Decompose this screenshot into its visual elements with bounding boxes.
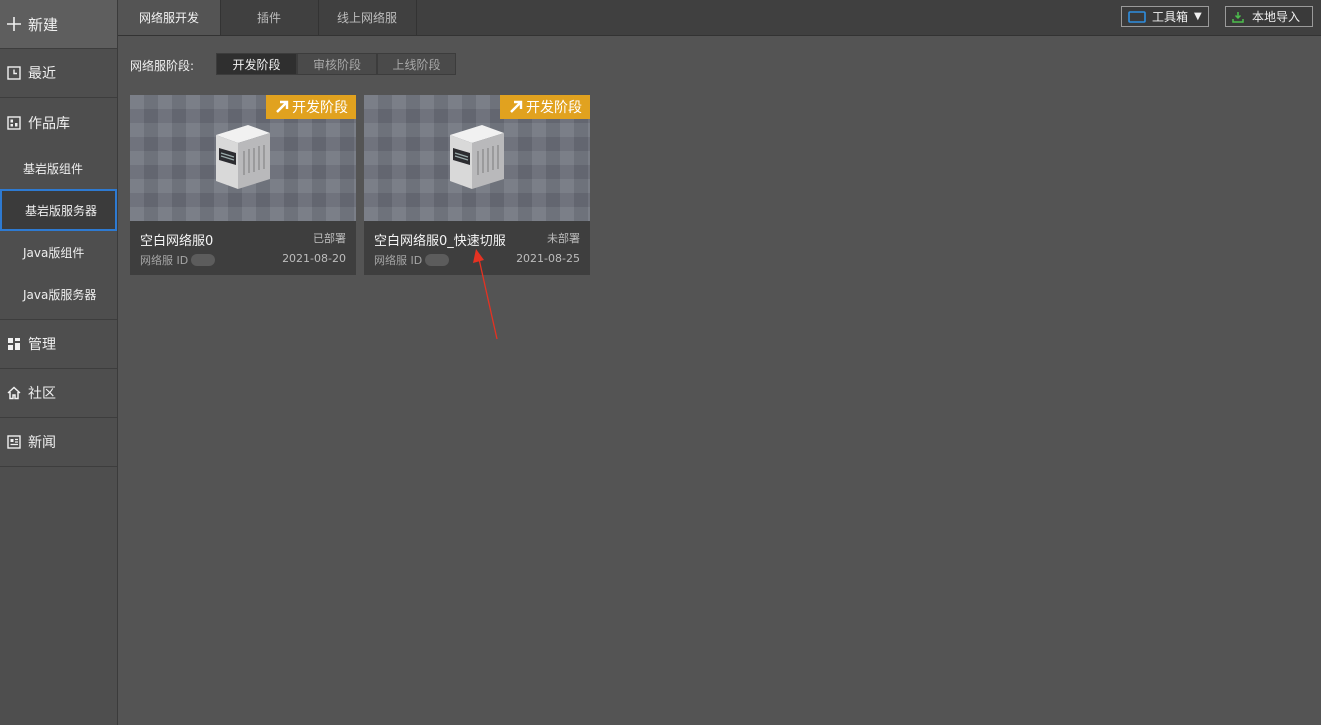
- sidebar-library-label: 作品库: [28, 115, 70, 132]
- sidebar-community-label: 社区: [28, 386, 56, 402]
- download-icon: [1232, 11, 1244, 23]
- server-icon: [216, 125, 270, 189]
- sidebar: 新建 最近 作品库 基岩版组件 基岩版服务器 Java版组件 Java版服务器 …: [0, 0, 118, 725]
- grid-icon: [6, 336, 22, 352]
- sidebar-recent[interactable]: 最近: [0, 49, 117, 98]
- stage-option-review[interactable]: 审核阶段: [297, 53, 377, 75]
- server-card[interactable]: 开发阶段 空白网络服0 已部署 网络服 ID 2021-08-20: [130, 95, 356, 275]
- clock-icon: [6, 65, 22, 81]
- stage-selector: 开发阶段 审核阶段 上线阶段: [216, 53, 456, 75]
- server-icon: [450, 125, 504, 189]
- local-import-label: 本地导入: [1252, 10, 1301, 24]
- plus-icon: [6, 16, 22, 32]
- stage-badge: 开发阶段: [266, 95, 356, 119]
- server-id-label: 网络服 ID: [374, 254, 423, 267]
- stage-label: 网络服阶段:: [130, 59, 195, 73]
- arrow-up-right-icon: [276, 100, 289, 113]
- sidebar-item-java-servers[interactable]: Java版服务器: [0, 273, 117, 315]
- server-date: 2021-08-20: [282, 252, 346, 265]
- server-thumbnail: 开发阶段: [130, 95, 356, 221]
- annotation-arrow: [473, 249, 498, 340]
- server-id: 网络服 ID: [374, 252, 450, 268]
- news-icon: [6, 434, 22, 450]
- top-bar: 网络服开发 插件 线上网络服 工具箱 ▼ 本地导入: [118, 0, 1321, 36]
- stage-option-dev[interactable]: 开发阶段: [216, 53, 297, 75]
- sidebar-item-java-components[interactable]: Java版组件: [0, 231, 117, 273]
- sidebar-library[interactable]: 作品库: [0, 98, 117, 147]
- home-icon: [6, 385, 22, 401]
- toolbox-dropdown[interactable]: 工具箱 ▼: [1121, 6, 1209, 27]
- local-import-button[interactable]: 本地导入: [1225, 6, 1313, 27]
- caret-down-icon: ▼: [1194, 11, 1202, 22]
- sidebar-new[interactable]: 新建: [0, 0, 117, 49]
- tab-online-servers[interactable]: 线上网络服: [318, 0, 417, 35]
- sidebar-item-bedrock-components[interactable]: 基岩版组件: [0, 147, 117, 189]
- sidebar-new-label: 新建: [28, 15, 59, 34]
- sidebar-community[interactable]: 社区: [0, 369, 117, 418]
- server-date: 2021-08-25: [516, 252, 580, 265]
- library-submenu: 基岩版组件 基岩版服务器 Java版组件 Java版服务器: [0, 147, 117, 320]
- sidebar-news-label: 新闻: [28, 435, 56, 451]
- tab-plugins[interactable]: 插件: [220, 0, 319, 35]
- sidebar-item-bedrock-servers[interactable]: 基岩版服务器: [0, 189, 117, 231]
- sidebar-news[interactable]: 新闻: [0, 418, 117, 467]
- server-id-label: 网络服 ID: [140, 254, 189, 267]
- sidebar-recent-label: 最近: [28, 66, 56, 82]
- library-icon: [6, 115, 22, 131]
- arrow-up-right-icon: [510, 100, 523, 113]
- toolbox-label: 工具箱: [1152, 10, 1189, 24]
- sidebar-manage-label: 管理: [28, 337, 56, 353]
- stage-option-online[interactable]: 上线阶段: [377, 53, 456, 75]
- server-id: 网络服 ID: [140, 252, 216, 268]
- redacted-id: [191, 254, 216, 266]
- stage-badge-label: 开发阶段: [526, 100, 582, 116]
- stage-badge: 开发阶段: [500, 95, 590, 119]
- redacted-id: [425, 254, 450, 266]
- tab-server-dev[interactable]: 网络服开发: [118, 0, 221, 35]
- server-thumbnail: 开发阶段: [364, 95, 590, 221]
- deploy-status: 未部署: [547, 232, 580, 245]
- server-name: 空白网络服0: [140, 234, 214, 249]
- deploy-status: 已部署: [313, 232, 346, 245]
- sidebar-manage[interactable]: 管理: [0, 320, 117, 369]
- toolbox-icon: [1128, 10, 1146, 23]
- stage-badge-label: 开发阶段: [292, 100, 348, 116]
